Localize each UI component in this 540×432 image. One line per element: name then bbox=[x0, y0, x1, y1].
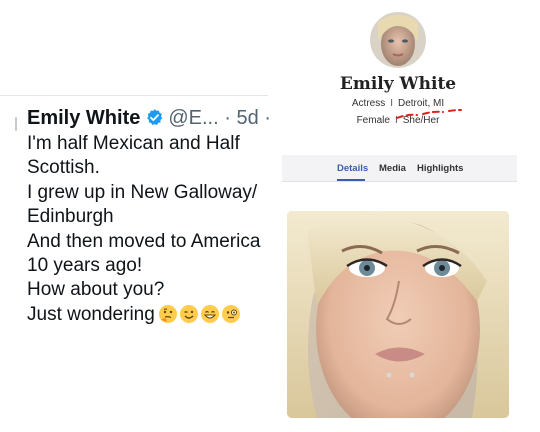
profile-tabs: Details Media Highlights bbox=[282, 155, 517, 182]
tweet-header: Emily White @E... · 5d · bbox=[27, 105, 297, 134]
separator: I bbox=[390, 98, 393, 109]
grinning-face-icon bbox=[200, 304, 220, 331]
gender: Female bbox=[356, 115, 390, 126]
occupation: Actress bbox=[351, 98, 386, 109]
separator-dot: · bbox=[224, 107, 231, 129]
face-with-monocle-icon bbox=[221, 304, 241, 331]
emoji-row bbox=[158, 304, 241, 331]
verified-badge-icon bbox=[145, 108, 164, 134]
tweet-age[interactable]: 5d bbox=[236, 107, 258, 129]
tab-details[interactable]: Details bbox=[337, 163, 368, 174]
tweet-line: Just wondering bbox=[27, 303, 155, 325]
tweet-line: And then moved to America bbox=[27, 230, 261, 252]
tweet-line: How about you? bbox=[27, 279, 165, 301]
avatar-edge bbox=[15, 117, 17, 131]
profile-panel: Emily White Actress I Detroit, MI Female I S… bbox=[270, 0, 540, 432]
active-tab-indicator bbox=[337, 179, 365, 181]
tab-media[interactable]: Media bbox=[379, 163, 406, 174]
red-annotation-mark bbox=[396, 109, 462, 119]
tweet-line: 10 years ago! bbox=[27, 255, 143, 277]
tab-highlights[interactable]: Highlights bbox=[417, 163, 463, 174]
thinking-face-icon bbox=[158, 304, 178, 331]
tweet-line-last: Just wondering bbox=[27, 303, 270, 331]
tweet-line: Scottish. bbox=[27, 157, 100, 179]
divider bbox=[0, 95, 268, 96]
tweet-text: I'm half Mexican and Half Scottish. I gr… bbox=[27, 132, 270, 331]
tweet-line: Edinburgh bbox=[27, 206, 114, 228]
avatar[interactable] bbox=[370, 12, 426, 68]
author-name[interactable]: Emily White bbox=[27, 107, 140, 129]
tweet-line: I'm half Mexican and Half bbox=[27, 133, 240, 154]
winking-face-icon bbox=[179, 304, 199, 331]
profile-photo[interactable] bbox=[287, 211, 509, 418]
tweet-line: I grew up in New Galloway/ bbox=[27, 181, 258, 203]
profile-name: Emily White bbox=[339, 74, 457, 94]
author-handle[interactable]: @E... bbox=[168, 107, 218, 129]
tweet-card: Emily White @E... · 5d · I'm half Mexican… bbox=[0, 95, 295, 432]
